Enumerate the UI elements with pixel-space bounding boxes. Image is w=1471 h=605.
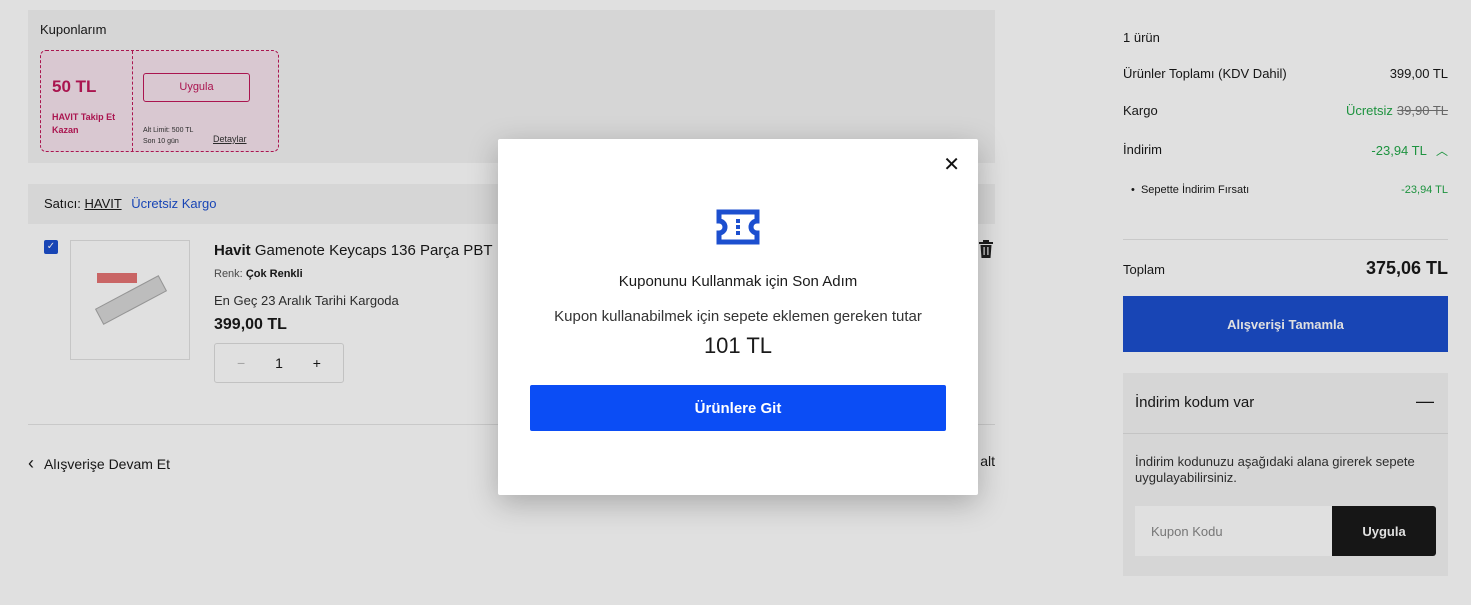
modal-amount: 101 TL [703,333,773,358]
close-icon[interactable]: ✕ [943,155,960,175]
go-to-products-button[interactable]: Ürünlere Git [530,385,946,431]
modal-title: Kuponunu Kullanmak için Son Adım [618,273,858,290]
coupon-modal: ✕ Kuponunu Kullanmak için Son Adım Kupon… [498,139,978,495]
ticket-icon [716,209,760,245]
modal-subtitle: Kupon kullanabilmek için sepete eklemen … [554,308,922,325]
